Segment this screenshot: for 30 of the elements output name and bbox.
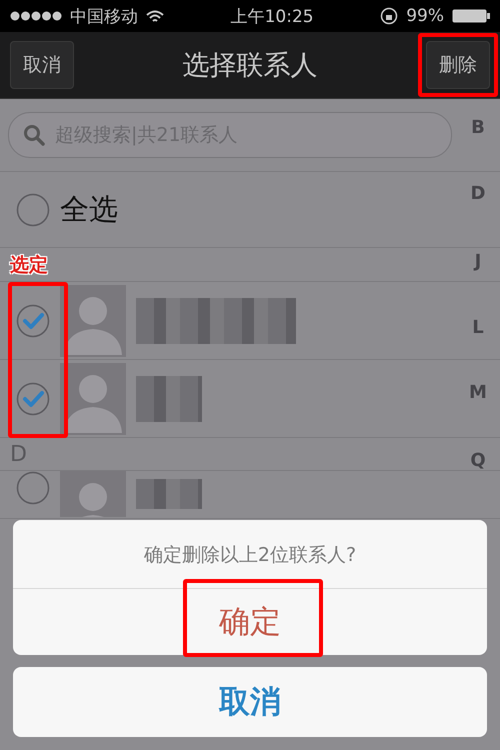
battery-percent: 99% bbox=[406, 6, 444, 26]
select-all-label[interactable]: 全选 bbox=[60, 190, 118, 230]
empty-circle-icon[interactable] bbox=[16, 471, 50, 505]
empty-circle-icon[interactable] bbox=[16, 192, 50, 226]
cancel-button[interactable]: 取消 bbox=[10, 41, 74, 89]
index-letter[interactable]: M bbox=[469, 382, 487, 403]
index-letter[interactable]: L bbox=[472, 317, 484, 338]
index-letter[interactable]: D bbox=[470, 183, 486, 204]
index-letter[interactable]: B bbox=[471, 117, 485, 138]
delete-button[interactable]: 删除 bbox=[426, 41, 490, 89]
index-letter[interactable]: J bbox=[474, 251, 482, 272]
carrier-name: 中国移动 bbox=[70, 6, 138, 28]
rotation-lock-icon bbox=[380, 7, 398, 25]
battery-icon bbox=[452, 9, 490, 23]
signal-icon bbox=[10, 11, 62, 21]
blurred-name bbox=[136, 376, 202, 422]
blurred-name bbox=[136, 479, 202, 509]
annotation-label: 选定 bbox=[10, 252, 48, 278]
wifi-icon bbox=[146, 10, 164, 22]
confirm-button[interactable]: 确定 bbox=[199, 595, 301, 649]
cancel-button[interactable]: 取消 bbox=[13, 667, 487, 737]
avatar-icon bbox=[60, 284, 126, 356]
page-title: 选择联系人 bbox=[182, 49, 318, 83]
index-letter[interactable]: Q bbox=[470, 450, 486, 471]
clock-time: 上午10:25 bbox=[230, 6, 314, 28]
checked-circle-icon[interactable] bbox=[16, 304, 50, 338]
search-icon bbox=[23, 124, 45, 146]
checked-circle-icon[interactable] bbox=[16, 382, 50, 416]
avatar-icon bbox=[60, 362, 126, 434]
confirm-message: 确定删除以上2位联系人? bbox=[13, 520, 487, 589]
